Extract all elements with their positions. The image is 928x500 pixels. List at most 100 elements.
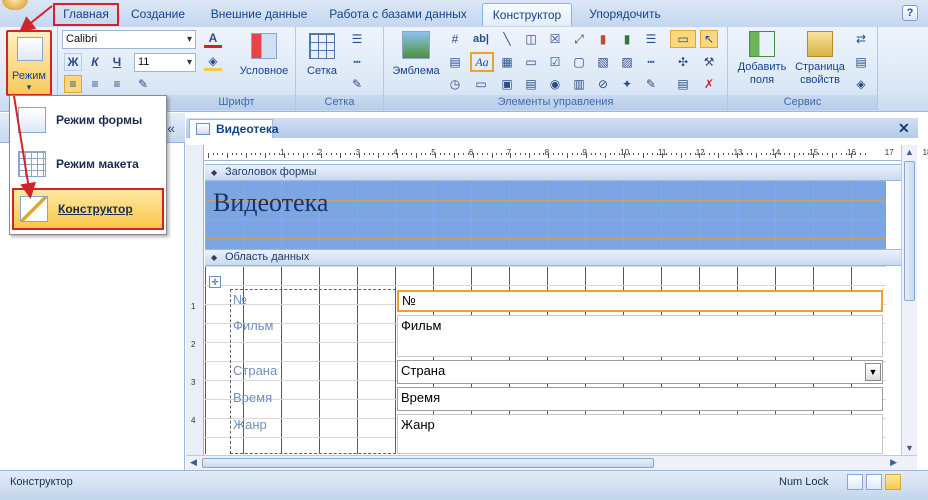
italic-button[interactable]: К [86, 53, 104, 71]
menu-item-layout-view[interactable]: Режим макета [12, 144, 164, 184]
line-width-icon[interactable]: ☰ [642, 30, 660, 48]
field-country[interactable]: Страна [397, 360, 883, 384]
menu-item-design-view-label: Конструктор [58, 202, 133, 216]
align-center-icon[interactable]: ≡ [86, 75, 104, 93]
design-view-switch-icon[interactable] [885, 474, 901, 490]
vertical-scroll-thumb[interactable] [904, 161, 915, 301]
form-header-section[interactable]: Заголовок формы [205, 164, 901, 181]
tab-designer[interactable]: Конструктор [482, 3, 572, 26]
tab-order-icon[interactable]: ⇄ [852, 30, 870, 48]
label-control-icon[interactable]: ab| [472, 30, 490, 48]
field-genre[interactable]: Жанр [397, 414, 883, 454]
select-pointer-icon[interactable]: ↖ [700, 30, 718, 48]
menu-item-form-view[interactable]: Режим формы [12, 100, 164, 140]
chevron-down-icon[interactable]: ▼ [865, 363, 881, 381]
activex-icon[interactable]: ▤ [674, 75, 692, 93]
emblem-button[interactable]: Эмблема [388, 31, 444, 78]
underline-button[interactable]: Ч [108, 53, 126, 71]
tab-create[interactable]: Создание [124, 3, 192, 26]
label-genre[interactable]: Жанр [231, 417, 267, 432]
title-icon[interactable]: ▤ [446, 53, 464, 71]
detail-section[interactable]: Область данных [205, 249, 901, 266]
date-time-icon[interactable]: ◷ [446, 75, 464, 93]
toggle-icon[interactable]: ▣ [498, 75, 516, 93]
format-painter-icon[interactable]: ✎ [134, 75, 152, 93]
font-color-icon[interactable]: A [204, 30, 222, 48]
menu-item-design-view[interactable]: Конструктор [12, 188, 164, 230]
label-country[interactable]: Страна [231, 363, 277, 378]
control-wizard-icon[interactable]: ⚒ [700, 53, 718, 71]
add-fields-button[interactable]: Добавить поля [732, 31, 792, 87]
scroll-left-icon[interactable]: ◀ [190, 457, 197, 468]
pen-color-icon[interactable]: ✎ [642, 75, 660, 93]
label-aa-icon[interactable]: Aa [470, 52, 494, 72]
fill-color-icon[interactable]: ◈ [204, 53, 222, 71]
document-tab-videoteka[interactable]: Видеотека [189, 119, 279, 138]
horizontal-scrollbar[interactable]: ◀ ▶ [186, 455, 917, 470]
help-icon[interactable]: ? [902, 5, 918, 21]
field-number[interactable]: № [397, 290, 883, 312]
tab-arrange[interactable]: Упорядочить [582, 3, 668, 26]
font-size-combo[interactable]: 11 [134, 53, 196, 72]
close-document-icon[interactable]: ✕ [898, 120, 910, 137]
tab-control-icon[interactable]: ◫ [522, 30, 540, 48]
line-thickness-icon[interactable]: ☰ [348, 30, 366, 48]
line-type-icon[interactable]: ┅ [348, 53, 366, 71]
field-time[interactable]: Время [397, 387, 883, 411]
layout-selector-icon[interactable]: ✛ [209, 276, 221, 288]
field-film[interactable]: Фильм [397, 315, 883, 357]
layout-view-switch-icon[interactable] [866, 474, 882, 490]
align-left-icon[interactable]: ≡ [64, 75, 82, 93]
radio-button-icon[interactable]: ◉ [546, 75, 564, 93]
label-number[interactable]: № [231, 292, 247, 307]
textbox-control-icon[interactable]: ╲ [498, 30, 516, 48]
tab-database-tools[interactable]: Работа с базами данных [326, 3, 470, 26]
image-control-icon[interactable]: ▧ [594, 53, 612, 71]
chart-icon[interactable]: ▮ [594, 30, 612, 48]
label-film[interactable]: Фильм [231, 318, 273, 333]
activex-x-icon[interactable]: ✗ [700, 75, 718, 93]
form-title-label[interactable]: Видеотека [213, 188, 328, 218]
collapse-nav-icon[interactable]: « [167, 120, 175, 136]
line-style-icon[interactable]: ┅ [642, 53, 660, 71]
property-sheet-button[interactable]: Страница свойств [792, 31, 848, 87]
tools-icon[interactable]: ✣ [674, 53, 692, 71]
vertical-scrollbar[interactable]: ▲ ▼ [901, 145, 917, 455]
list-box-icon[interactable]: ⤢ [570, 30, 588, 48]
ruler-dot [619, 153, 621, 155]
horizontal-ruler: 123456789101112131415161718 [204, 145, 928, 161]
page-number-icon[interactable]: # [446, 30, 464, 48]
scroll-down-icon[interactable]: ▼ [902, 443, 917, 453]
subform-icon[interactable]: ▢ [570, 53, 588, 71]
tab-external-data[interactable]: Внешние данные [203, 3, 315, 26]
insert-chart-icon[interactable]: ▮ [618, 30, 636, 48]
line-color-icon[interactable]: ✎ [348, 75, 366, 93]
convert-macros-icon[interactable]: ◈ [852, 75, 870, 93]
attachment-icon[interactable]: ⊘ [594, 75, 612, 93]
button-control-icon[interactable]: ▭ [472, 75, 490, 93]
horizontal-scroll-thumb[interactable] [202, 458, 654, 468]
align-right-icon[interactable]: ≡ [108, 75, 126, 93]
option-group-icon[interactable]: ▦ [498, 53, 516, 71]
check-box-icon[interactable]: ☒ [546, 30, 564, 48]
fill-picker-icon[interactable]: ▭ [670, 30, 696, 48]
checkbox-checked-icon[interactable]: ☑ [546, 53, 564, 71]
form-view-switch-icon[interactable] [847, 474, 863, 490]
view-code-icon[interactable]: ▤ [852, 53, 870, 71]
mode-button[interactable]: Режим ▾ [6, 30, 52, 96]
office-button[interactable] [2, 0, 28, 10]
property-sheet-label: Страница свойств [795, 61, 845, 86]
combo-box-icon[interactable]: ▤ [522, 75, 540, 93]
hyperlink-icon[interactable]: ✦ [618, 75, 636, 93]
rectangle-icon[interactable]: ▭ [522, 53, 540, 71]
grid-button[interactable]: Сетка [302, 33, 342, 78]
conditional-format-button[interactable]: Условное [236, 33, 292, 78]
bound-object-icon[interactable]: ▥ [570, 75, 588, 93]
label-time[interactable]: Время [231, 390, 272, 405]
bold-button[interactable]: Ж [64, 53, 82, 71]
scroll-right-icon[interactable]: ▶ [890, 457, 897, 468]
page-break-icon[interactable]: ▨ [618, 53, 636, 71]
tab-home[interactable]: Главная [53, 3, 119, 26]
scroll-up-icon[interactable]: ▲ [902, 147, 917, 157]
font-name-combo[interactable]: Calibri [62, 30, 196, 49]
